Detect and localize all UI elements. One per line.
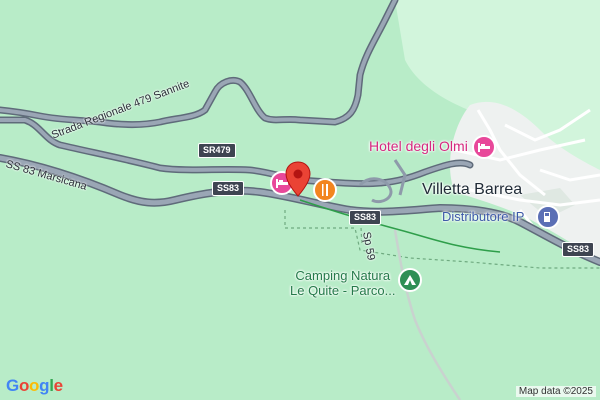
bed-icon[interactable] bbox=[472, 135, 496, 159]
fuel-label[interactable]: Distributore IP bbox=[442, 209, 524, 224]
shield-sr479: SR479 bbox=[198, 143, 236, 158]
map-canvas bbox=[0, 0, 600, 400]
mountain-road bbox=[0, 0, 399, 129]
shield-ss83: SS83 bbox=[212, 181, 245, 196]
fork-knife-icon[interactable] bbox=[313, 178, 337, 202]
town-label[interactable]: Villetta Barrea bbox=[422, 181, 522, 199]
map-pin-icon[interactable] bbox=[285, 161, 311, 197]
google-logo: Google bbox=[6, 376, 63, 395]
camping-label-line2: Le Quite - Parco... bbox=[290, 283, 396, 298]
camping-label[interactable]: Camping Natura Le Quite - Parco... bbox=[290, 268, 396, 298]
shield-ss83: SS83 bbox=[349, 210, 382, 225]
hotel-label[interactable]: Hotel degli Olmi bbox=[369, 138, 468, 154]
tent-icon[interactable] bbox=[398, 268, 422, 292]
fuel-pump-icon[interactable] bbox=[536, 205, 560, 229]
road-camping bbox=[393, 229, 462, 400]
shield-ss83: SS83 bbox=[562, 242, 595, 257]
map-attribution[interactable]: Map data ©2025 bbox=[515, 386, 596, 397]
camping-label-line1: Camping Natura bbox=[295, 268, 391, 283]
map-view[interactable]: Strada Regionale 479 Sannite SS 83 Marsi… bbox=[0, 0, 600, 400]
